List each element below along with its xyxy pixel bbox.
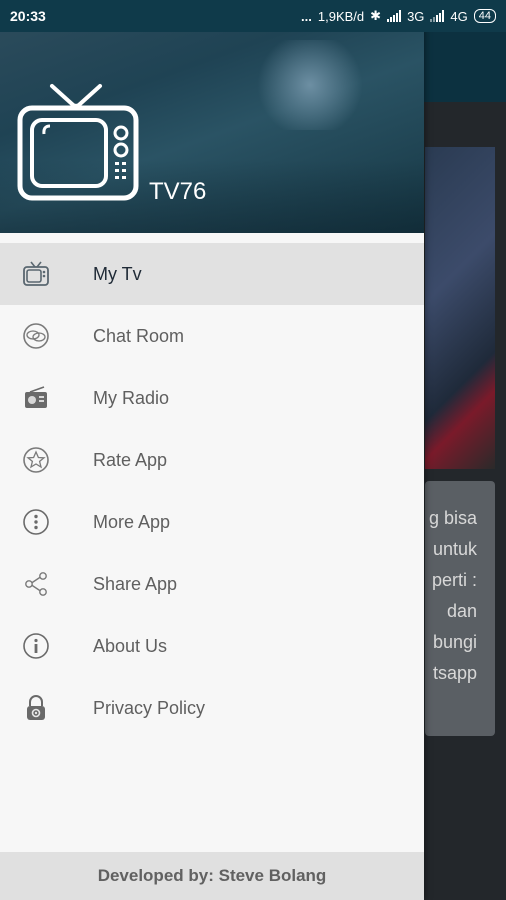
menu-item-chat-room[interactable]: Chat Room [0, 305, 424, 367]
card-line: tsapp [432, 663, 477, 683]
status-time: 20:33 [10, 8, 46, 24]
tv-icon [23, 261, 49, 286]
card-line: dan [446, 601, 477, 621]
chat-icon [23, 323, 49, 349]
menu-label: Privacy Policy [93, 697, 206, 718]
menu-label: Share App [93, 573, 178, 594]
bluetooth-icon: ✱ [370, 8, 382, 23]
menu-item-privacy-policy[interactable]: Privacy Policy [0, 677, 424, 739]
card-line: untuk [432, 539, 477, 559]
status-net1: 3G [407, 8, 425, 24]
menu-item-rate-app[interactable]: Rate App [0, 429, 424, 491]
menu-label: My Tv [93, 263, 142, 284]
card-line: g bisa [428, 508, 477, 528]
tv-logo-icon [17, 84, 139, 201]
menu-label: My Radio [93, 387, 170, 408]
drawer-header: TV76 [0, 0, 424, 233]
lock-icon [27, 695, 45, 720]
battery-icon: 44 [473, 9, 496, 23]
status-bar: 20:33 ... 1,9KB/d ✱ 3G 4G 44 [0, 0, 506, 32]
app-title: TV76 [149, 178, 207, 205]
menu-item-more-app[interactable]: More App [0, 491, 424, 553]
card-line: perti : [431, 570, 477, 590]
menu-item-about-us[interactable]: About Us [0, 615, 424, 677]
menu-item-share-app[interactable]: Share App [0, 553, 424, 615]
menu-item-my-tv[interactable]: My Tv [0, 243, 424, 305]
star-icon [23, 447, 49, 473]
menu-item-my-radio[interactable]: My Radio [0, 367, 424, 429]
card-line: bungi [432, 632, 477, 652]
drawer-menu: My Tv Chat Room My Radio Rate App More A… [0, 243, 424, 739]
status-dots: ... [301, 8, 312, 24]
radio-icon [25, 386, 47, 408]
header-glow [250, 40, 370, 130]
signal-icon [387, 10, 402, 22]
background-video-thumbnail [425, 147, 495, 469]
background-description-card: g bisa untuk perti : dan bungi tsapp [425, 481, 495, 736]
developer-credit: Developed by: Steve Bolang [0, 852, 424, 900]
more-vertical-icon [23, 509, 49, 535]
menu-label: Chat Room [93, 325, 185, 346]
battery-level: 44 [478, 10, 491, 22]
share-icon [25, 572, 47, 596]
info-icon [23, 633, 49, 659]
menu-label: More App [93, 511, 171, 532]
status-speed: 1,9KB/d [317, 8, 365, 24]
status-net2: 4G [450, 8, 468, 24]
menu-label: About Us [93, 635, 168, 656]
signal-icon-2 [430, 10, 445, 22]
navigation-drawer: TV76 My Tv Chat Room My Radio Rate App M… [0, 0, 424, 900]
menu-label: Rate App [93, 449, 168, 470]
